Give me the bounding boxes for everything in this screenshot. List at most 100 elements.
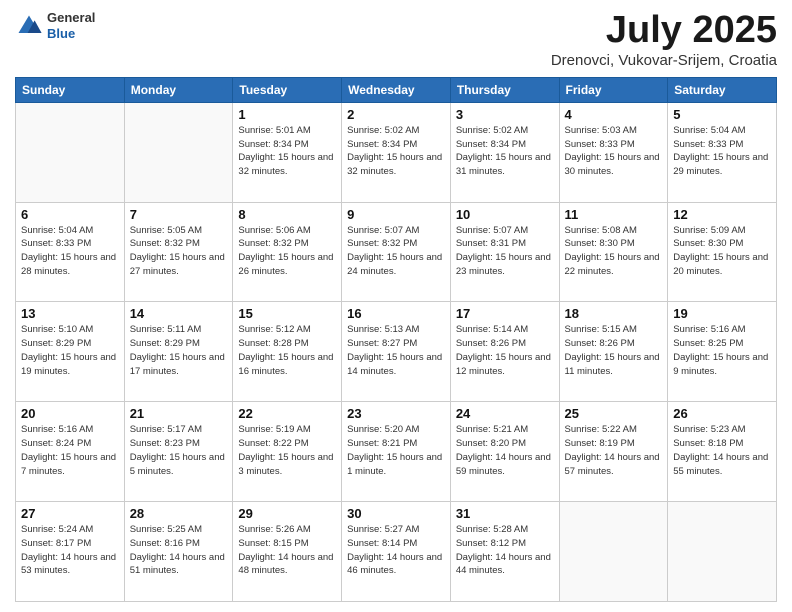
day-number: 19 (673, 306, 771, 321)
table-row: 30 Sunrise: 5:27 AMSunset: 8:14 PMDayligh… (342, 502, 451, 602)
day-info: Sunrise: 5:05 AMSunset: 8:32 PMDaylight:… (130, 224, 228, 279)
day-number: 30 (347, 506, 445, 521)
day-number: 28 (130, 506, 228, 521)
day-number: 4 (565, 107, 663, 122)
day-info: Sunrise: 5:07 AMSunset: 8:32 PMDaylight:… (347, 224, 445, 279)
table-row: 25 Sunrise: 5:22 AMSunset: 8:19 PMDayligh… (559, 402, 668, 502)
table-row: 22 Sunrise: 5:19 AMSunset: 8:22 PMDayligh… (233, 402, 342, 502)
logo-text: General Blue (47, 10, 95, 41)
header-thursday: Thursday (450, 77, 559, 102)
table-row: 6 Sunrise: 5:04 AMSunset: 8:33 PMDaylight… (16, 202, 125, 302)
header-tuesday: Tuesday (233, 77, 342, 102)
calendar-week-4: 20 Sunrise: 5:16 AMSunset: 8:24 PMDayligh… (16, 402, 777, 502)
table-row: 4Sunrise: 5:03 AMSunset: 8:33 PMDaylight… (559, 102, 668, 202)
table-row (124, 102, 233, 202)
table-row: 12 Sunrise: 5:09 AMSunset: 8:30 PMDayligh… (668, 202, 777, 302)
day-number: 25 (565, 406, 663, 421)
day-number: 1 (238, 107, 336, 122)
header-friday: Friday (559, 77, 668, 102)
day-number: 16 (347, 306, 445, 321)
calendar-week-2: 6 Sunrise: 5:04 AMSunset: 8:33 PMDaylight… (16, 202, 777, 302)
day-info: Sunrise: 5:25 AMSunset: 8:16 PMDaylight:… (130, 523, 228, 578)
day-number: 6 (21, 207, 119, 222)
day-number: 12 (673, 207, 771, 222)
day-info: Sunrise: 5:24 AMSunset: 8:17 PMDaylight:… (21, 523, 119, 578)
day-info: Sunrise: 5:08 AMSunset: 8:30 PMDaylight:… (565, 224, 663, 279)
day-info: Sunrise: 5:22 AMSunset: 8:19 PMDaylight:… (565, 423, 663, 478)
title-section: July 2025 Drenovci, Vukovar-Srijem, Croa… (551, 10, 777, 69)
logo-blue: Blue (47, 26, 75, 41)
table-row: 26Sunrise: 5:23 AMSunset: 8:18 PMDayligh… (668, 402, 777, 502)
header-sunday: Sunday (16, 77, 125, 102)
table-row: 15 Sunrise: 5:12 AMSunset: 8:28 PMDayligh… (233, 302, 342, 402)
day-info: Sunrise: 5:09 AMSunset: 8:30 PMDaylight:… (673, 224, 771, 279)
calendar-header-row: Sunday Monday Tuesday Wednesday Thursday… (16, 77, 777, 102)
day-number: 2 (347, 107, 445, 122)
day-info: Sunrise: 5:17 AMSunset: 8:23 PMDaylight:… (130, 423, 228, 478)
day-info: Sunrise: 5:26 AMSunset: 8:15 PMDaylight:… (238, 523, 336, 578)
table-row: 20 Sunrise: 5:16 AMSunset: 8:24 PMDayligh… (16, 402, 125, 502)
day-info: Sunrise: 5:16 AMSunset: 8:24 PMDaylight:… (21, 423, 119, 478)
header-monday: Monday (124, 77, 233, 102)
header: General Blue July 2025 Drenovci, Vukovar… (15, 10, 777, 69)
day-number: 26 (673, 406, 771, 421)
day-number: 18 (565, 306, 663, 321)
table-row: 27 Sunrise: 5:24 AMSunset: 8:17 PMDayligh… (16, 502, 125, 602)
calendar-week-5: 27 Sunrise: 5:24 AMSunset: 8:17 PMDayligh… (16, 502, 777, 602)
title-month: July 2025 (551, 10, 777, 52)
day-number: 10 (456, 207, 554, 222)
day-number: 3 (456, 107, 554, 122)
calendar-week-3: 13 Sunrise: 5:10 AMSunset: 8:29 PMDayligh… (16, 302, 777, 402)
table-row (559, 502, 668, 602)
table-row: 13 Sunrise: 5:10 AMSunset: 8:29 PMDayligh… (16, 302, 125, 402)
day-info: Sunrise: 5:02 AMSunset: 8:34 PMDaylight:… (456, 124, 554, 179)
day-info: Sunrise: 5:12 AMSunset: 8:28 PMDaylight:… (238, 323, 336, 378)
table-row: 17Sunrise: 5:14 AMSunset: 8:26 PMDayligh… (450, 302, 559, 402)
table-row: 1Sunrise: 5:01 AMSunset: 8:34 PMDaylight… (233, 102, 342, 202)
day-number: 5 (673, 107, 771, 122)
day-info: Sunrise: 5:07 AMSunset: 8:31 PMDaylight:… (456, 224, 554, 279)
day-info: Sunrise: 5:11 AMSunset: 8:29 PMDaylight:… (130, 323, 228, 378)
day-info: Sunrise: 5:19 AMSunset: 8:22 PMDaylight:… (238, 423, 336, 478)
day-number: 13 (21, 306, 119, 321)
day-number: 29 (238, 506, 336, 521)
header-saturday: Saturday (668, 77, 777, 102)
day-info: Sunrise: 5:13 AMSunset: 8:27 PMDaylight:… (347, 323, 445, 378)
table-row: 31Sunrise: 5:28 AMSunset: 8:12 PMDayligh… (450, 502, 559, 602)
day-number: 15 (238, 306, 336, 321)
day-number: 20 (21, 406, 119, 421)
day-number: 27 (21, 506, 119, 521)
day-info: Sunrise: 5:14 AMSunset: 8:26 PMDaylight:… (456, 323, 554, 378)
day-number: 9 (347, 207, 445, 222)
table-row: 21Sunrise: 5:17 AMSunset: 8:23 PMDayligh… (124, 402, 233, 502)
day-number: 8 (238, 207, 336, 222)
logo-general: General (47, 10, 95, 25)
table-row: 23Sunrise: 5:20 AMSunset: 8:21 PMDayligh… (342, 402, 451, 502)
day-info: Sunrise: 5:10 AMSunset: 8:29 PMDaylight:… (21, 323, 119, 378)
day-number: 24 (456, 406, 554, 421)
day-number: 14 (130, 306, 228, 321)
header-wednesday: Wednesday (342, 77, 451, 102)
table-row: 9 Sunrise: 5:07 AMSunset: 8:32 PMDaylight… (342, 202, 451, 302)
day-number: 31 (456, 506, 554, 521)
day-info: Sunrise: 5:20 AMSunset: 8:21 PMDaylight:… (347, 423, 445, 478)
logo-icon (15, 12, 43, 40)
table-row: 5 Sunrise: 5:04 AMSunset: 8:33 PMDaylight… (668, 102, 777, 202)
table-row: 11Sunrise: 5:08 AMSunset: 8:30 PMDayligh… (559, 202, 668, 302)
day-info: Sunrise: 5:15 AMSunset: 8:26 PMDaylight:… (565, 323, 663, 378)
table-row: 24Sunrise: 5:21 AMSunset: 8:20 PMDayligh… (450, 402, 559, 502)
logo: General Blue (15, 10, 95, 41)
day-info: Sunrise: 5:27 AMSunset: 8:14 PMDaylight:… (347, 523, 445, 578)
day-info: Sunrise: 5:02 AMSunset: 8:34 PMDaylight:… (347, 124, 445, 179)
day-info: Sunrise: 5:16 AMSunset: 8:25 PMDaylight:… (673, 323, 771, 378)
day-info: Sunrise: 5:04 AMSunset: 8:33 PMDaylight:… (673, 124, 771, 179)
day-number: 22 (238, 406, 336, 421)
table-row (16, 102, 125, 202)
table-row: 18 Sunrise: 5:15 AMSunset: 8:26 PMDayligh… (559, 302, 668, 402)
table-row: 8Sunrise: 5:06 AMSunset: 8:32 PMDaylight… (233, 202, 342, 302)
table-row: 29 Sunrise: 5:26 AMSunset: 8:15 PMDayligh… (233, 502, 342, 602)
day-info: Sunrise: 5:04 AMSunset: 8:33 PMDaylight:… (21, 224, 119, 279)
calendar-table: Sunday Monday Tuesday Wednesday Thursday… (15, 77, 777, 602)
title-location: Drenovci, Vukovar-Srijem, Croatia (551, 52, 777, 69)
table-row: 3 Sunrise: 5:02 AMSunset: 8:34 PMDaylight… (450, 102, 559, 202)
